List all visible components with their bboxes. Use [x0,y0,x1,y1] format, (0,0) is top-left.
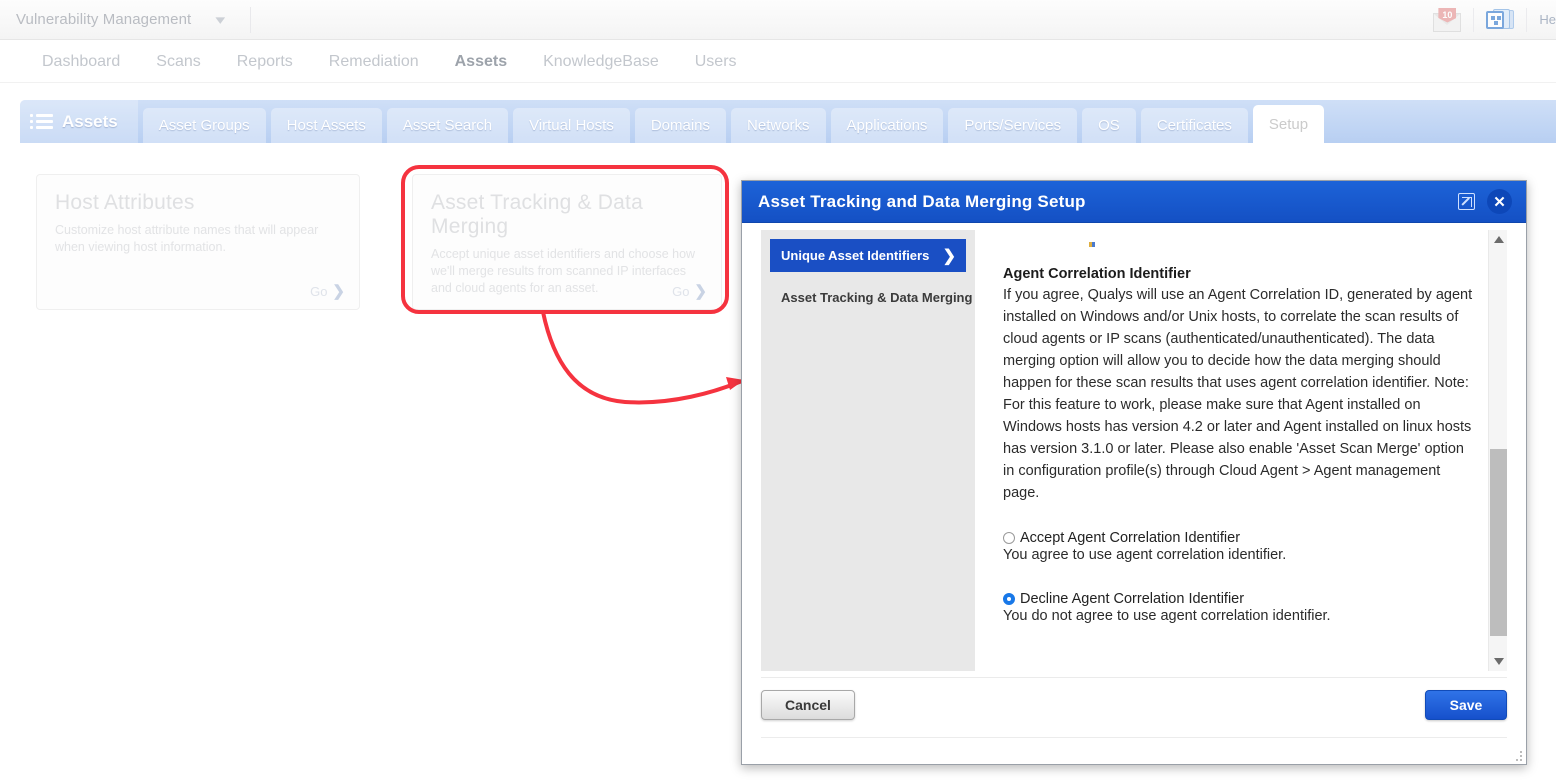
card-go-link[interactable]: Go ❯ [310,282,345,300]
tab-assets-home[interactable]: Assets [20,100,138,143]
app-bar: Vulnerability Management ▾ 10 He [0,0,1556,40]
tab-host-assets[interactable]: Host Assets [270,108,382,143]
nav-item-scans[interactable]: Scans [138,53,218,71]
modal-content-inner: Agent Correlation Identifier If you agre… [975,230,1507,624]
card-host-attributes[interactable]: Host Attributes Customize host attribute… [36,174,360,310]
dot [1494,20,1499,25]
scrollbar-thumb[interactable] [1490,449,1507,636]
save-button[interactable]: Save [1425,690,1507,720]
radio-accept-agent-correlation-identifier[interactable] [1003,532,1015,544]
triangle-up-icon [1493,236,1504,243]
tab-asset-search[interactable]: Asset Search [386,108,509,143]
close-icon[interactable]: ✕ [1487,189,1512,214]
option-sublabel: You agree to use agent correlation ident… [1003,547,1287,563]
footer-divider [761,737,1507,738]
nav-item-knowledgebase[interactable]: KnowledgeBase [525,53,677,71]
tab-virtual-hosts[interactable]: Virtual Hosts [513,108,630,143]
card-title: Asset Tracking & Data Merging [431,191,643,238]
option-sublabel: You do not agree to use agent correlatio… [1003,608,1331,624]
modal-title: Asset Tracking and Data Merging Setup [758,191,1086,211]
annotation-arrow-curve [541,310,744,405]
modal-nav-label: Asset Tracking & Data Merging [781,290,973,305]
dot [1491,15,1496,20]
chevron-down-icon[interactable]: ▾ [216,13,226,26]
modal-footer: Cancel Save [761,677,1507,737]
modal-nav-asset-tracking-data-merging[interactable]: Asset Tracking & Data Merging ❯ [770,281,986,314]
card-description: Accept unique asset identifiers and choo… [431,247,696,295]
tab-list: Assets Asset Groups Host Assets Asset Se… [20,100,1556,143]
card-go-label: Go [672,283,690,299]
option-label: Accept Agent Correlation Identifier [1020,530,1241,546]
modal-nav-unique-asset-identifiers[interactable]: Unique Asset Identifiers ❯ [770,239,966,272]
tab-networks[interactable]: Networks [731,108,826,143]
modal-header: Asset Tracking and Data Merging Setup ✕ [742,181,1526,223]
card-title: Host Attributes [55,191,195,214]
dot [1497,15,1502,20]
nav-item-dashboard[interactable]: Dashboard [24,53,138,71]
tab-asset-groups[interactable]: Asset Groups [142,108,266,143]
tab-domains[interactable]: Domains [634,108,727,143]
divider [1473,7,1475,32]
nav-item-users[interactable]: Users [677,53,755,71]
modal-content-pane: Agent Correlation Identifier If you agre… [975,230,1507,671]
nav-item-reports[interactable]: Reports [219,53,311,71]
option-accept-row[interactable]: Accept Agent Correlation Identifier [1003,530,1477,546]
clipped-breadcrumb-fragment [1003,234,1477,250]
chevron-right-icon: ❯ [332,283,345,300]
modal-header-actions: ✕ [1458,189,1512,214]
radio-decline-agent-correlation-identifier[interactable] [1003,593,1015,605]
section-body: If you agree, Qualys will use an Agent C… [1003,287,1473,501]
tab-assets-home-label: Assets [62,111,118,131]
chevron-right-icon: ❯ [694,283,707,300]
option-decline[interactable]: Decline Agent Correlation Identifier You… [1003,591,1477,624]
nav-item-remediation[interactable]: Remediation [311,53,437,71]
option-label: Decline Agent Correlation Identifier [1020,591,1245,607]
list-icon [30,114,53,129]
divider [1526,7,1528,32]
card-go-link[interactable]: Go ❯ [672,282,707,300]
apps-picker-icon[interactable] [1486,8,1515,32]
modal-nav-label: Unique Asset Identifiers [781,248,930,263]
triangle-down-icon [1493,658,1504,665]
scroll-up-button[interactable] [1489,230,1507,249]
help-link[interactable]: He [1539,12,1556,27]
option-accept[interactable]: Accept Agent Correlation Identifier You … [1003,530,1477,563]
section-title: Agent Correlation Identifier [1003,266,1191,282]
popout-icon[interactable] [1458,193,1475,210]
chevron-right-icon: ❯ [942,247,956,265]
tab-setup[interactable]: Setup [1252,105,1325,143]
app-bar-actions: 10 He [1433,7,1556,32]
modal-side-nav: Unique Asset Identifiers ❯ Asset Trackin… [761,230,986,671]
option-decline-row[interactable]: Decline Agent Correlation Identifier [1003,591,1477,607]
scroll-down-button[interactable] [1489,652,1507,671]
main-nav: Dashboard Scans Reports Remediation Asse… [0,41,1556,83]
card-front [1486,10,1505,29]
module-tab-bar: Assets Asset Groups Host Assets Asset Se… [20,100,1556,143]
modal-body: Unique Asset Identifiers ❯ Asset Trackin… [742,224,1526,764]
resize-grip[interactable] [1512,751,1522,761]
tab-os[interactable]: OS [1082,108,1136,143]
nav-item-assets[interactable]: Assets [437,53,525,71]
tab-applications[interactable]: Applications [830,108,944,143]
divider [249,6,251,33]
cancel-button[interactable]: Cancel [761,690,855,720]
modal-asset-tracking-setup: Asset Tracking and Data Merging Setup ✕ … [741,180,1527,765]
tab-ports-services[interactable]: Ports/Services [948,108,1078,143]
card-description: Customize host attribute names that will… [55,223,319,254]
card-asset-tracking-data-merging[interactable]: Asset Tracking & Data Merging Accept uni… [412,174,722,310]
module-title: Vulnerability Management [16,11,192,28]
vertical-scrollbar[interactable] [1488,230,1507,671]
mail-icon[interactable]: 10 [1433,7,1462,32]
tab-certificates[interactable]: Certificates [1140,108,1248,143]
card-go-label: Go [310,283,328,299]
